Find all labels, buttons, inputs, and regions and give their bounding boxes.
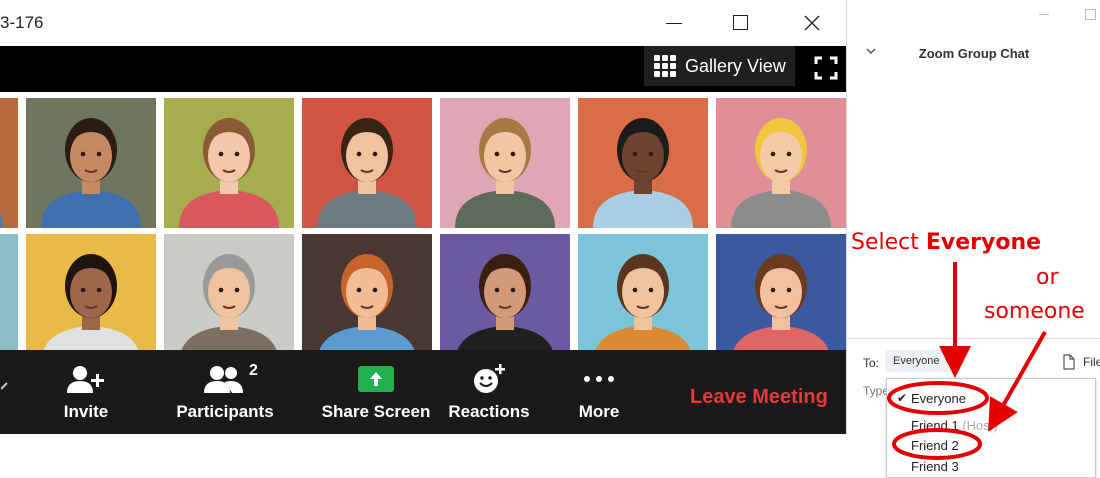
divider	[847, 338, 1100, 339]
recipient-option-label: Friend 1	[911, 418, 959, 433]
participant-video-tile[interactable]	[26, 234, 156, 350]
participant-video-tile[interactable]	[0, 234, 18, 350]
leave-meeting-label: Leave Meeting	[690, 386, 828, 408]
participant-video-tile[interactable]	[302, 98, 432, 228]
participant-video-tile[interactable]	[164, 98, 294, 228]
recipient-option-everyone[interactable]: Everyone	[911, 391, 966, 406]
fullscreen-button[interactable]	[812, 54, 840, 82]
add-person-icon	[67, 366, 104, 393]
window-title: 3-176	[0, 13, 44, 32]
host-tag: (Host)	[962, 418, 998, 433]
file-icon[interactable]	[1063, 354, 1075, 370]
participant-video-tile[interactable]	[302, 234, 432, 350]
participant-video-tile[interactable]	[716, 234, 846, 350]
check-icon: ✔	[897, 391, 908, 405]
chevron-down-icon: ▼	[943, 356, 953, 366]
participant-video-tile[interactable]	[440, 234, 570, 350]
more-dots-icon	[584, 376, 614, 382]
avatar	[731, 118, 831, 228]
recipient-select[interactable]: Everyone ▼	[885, 350, 955, 372]
avatar	[0, 213, 3, 228]
avatar	[43, 254, 139, 350]
recipient-dropdown: ✔ Everyone Friend 1 (Host) Friend 2 Frie…	[886, 378, 1096, 478]
video-gallery	[0, 92, 846, 350]
participant-video-tile[interactable]	[440, 98, 570, 228]
leave-meeting-button[interactable]: Leave Meeting	[690, 386, 828, 409]
chat-title: Zoom Group Chat	[918, 46, 1030, 61]
chat-maximize-button[interactable]	[1085, 9, 1096, 20]
more-label: More	[578, 402, 620, 421]
minimize-button[interactable]	[654, 8, 694, 38]
audio-options-caret[interactable]	[0, 350, 14, 434]
avatar	[319, 254, 415, 350]
gallery-view-button[interactable]: Gallery View	[644, 46, 795, 86]
recipient-option-friend-2[interactable]: Friend 2	[911, 438, 959, 453]
participant-count: 2	[249, 362, 258, 379]
participants-button[interactable]: 2 Participants	[172, 350, 278, 434]
avatar	[0, 349, 1, 350]
invite-button[interactable]: Invite	[48, 350, 124, 434]
share-screen-label: Share Screen	[321, 402, 431, 421]
chevron-up-icon	[1, 382, 8, 390]
reactions-button[interactable]: Reactions	[446, 350, 532, 434]
avatar	[595, 254, 691, 350]
video-header-bar: Gallery View	[0, 46, 846, 92]
grid-icon	[654, 55, 676, 77]
share-screen-button[interactable]: Share Screen	[320, 350, 432, 434]
participant-video-tile[interactable]	[26, 98, 156, 228]
avatar	[593, 118, 693, 228]
avatar	[455, 118, 555, 228]
participant-video-tile[interactable]	[716, 98, 846, 228]
chat-panel: Zoom Group Chat To: Everyone ▼ File Type	[846, 0, 1100, 434]
gallery-view-label: Gallery View	[685, 55, 786, 76]
maximize-button[interactable]	[720, 8, 760, 38]
share-screen-icon	[358, 366, 394, 392]
zoom-meeting-window: 3-176 Gallery View Invite 2 Participants…	[0, 0, 846, 434]
close-button[interactable]	[792, 8, 832, 38]
avatar	[41, 118, 141, 228]
smiley-plus-icon	[474, 364, 505, 393]
recipient-option-friend-3[interactable]: Friend 3	[911, 459, 959, 474]
annotation-someone: someone	[984, 299, 1085, 324]
annotation-select-everyone: Select Everyone	[851, 230, 1042, 255]
invite-label: Invite	[63, 402, 109, 421]
recipient-option-friend-1[interactable]: Friend 1 (Host)	[911, 418, 998, 433]
participant-video-tile[interactable]	[0, 98, 18, 228]
recipient-select-value: Everyone	[893, 355, 940, 367]
title-bar: 3-176	[0, 0, 846, 46]
to-label: To:	[863, 356, 880, 370]
avatar	[733, 254, 829, 350]
reactions-label: Reactions	[448, 402, 530, 421]
avatar	[457, 254, 553, 350]
more-button[interactable]: More	[566, 350, 632, 434]
avatar	[179, 118, 279, 228]
avatar	[317, 118, 417, 228]
fullscreen-icon	[814, 56, 838, 80]
file-button-label[interactable]: File	[1083, 355, 1100, 369]
close-icon	[804, 15, 820, 31]
annotation-or: or	[1036, 265, 1059, 290]
meeting-toolbar: Invite 2 Participants Share Screen React…	[0, 350, 846, 434]
chat-minimize-button[interactable]	[1039, 14, 1049, 15]
participant-video-tile[interactable]	[578, 234, 708, 350]
avatar	[181, 254, 277, 350]
participants-label: Participants	[176, 402, 274, 421]
participant-video-tile[interactable]	[164, 234, 294, 350]
participant-video-tile[interactable]	[578, 98, 708, 228]
participants-icon	[204, 366, 243, 393]
